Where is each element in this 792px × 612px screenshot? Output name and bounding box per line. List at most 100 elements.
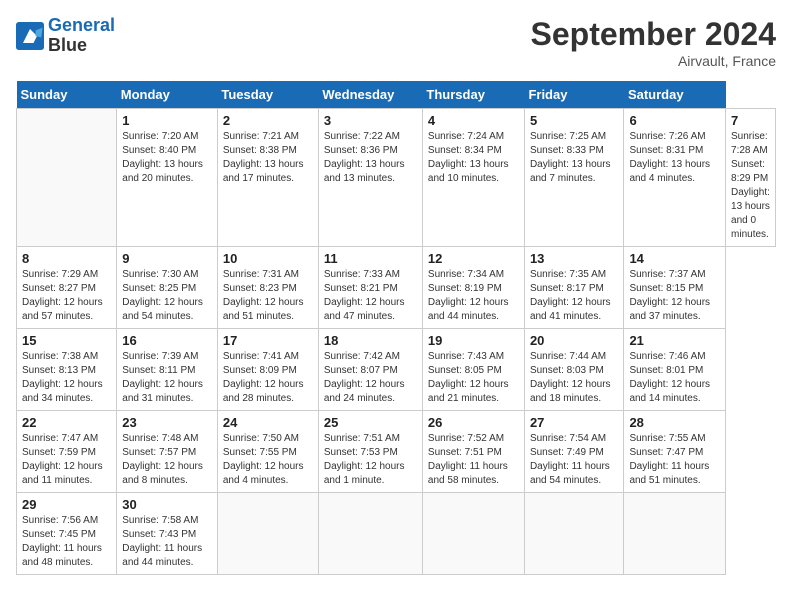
day-info: Sunrise: 7:35 AMSunset: 8:17 PMDaylight:… [530, 268, 619, 324]
day-info: Sunrise: 7:50 AMSunset: 7:55 PMDaylight:… [223, 432, 313, 488]
calendar-cell: 24Sunrise: 7:50 AMSunset: 7:55 PMDayligh… [217, 411, 318, 493]
day-number: 11 [324, 251, 417, 266]
day-number: 4 [428, 113, 519, 128]
day-number: 23 [122, 415, 212, 430]
day-info: Sunrise: 7:48 AMSunset: 7:57 PMDaylight:… [122, 432, 212, 488]
calendar-cell: 14 Sunrise: 7:37 AMSunset: 8:15 PMDayligh… [624, 247, 726, 329]
calendar-cell: 7Sunrise: 7:28 AMSunset: 8:29 PMDaylight… [726, 109, 776, 247]
calendar-cell: 27 Sunrise: 7:54 AMSunset: 7:49 PMDayligh… [524, 411, 624, 493]
calendar-cell [524, 493, 624, 575]
day-info: Sunrise: 7:51 AMSunset: 7:53 PMDaylight:… [324, 432, 417, 488]
day-info: Sunrise: 7:28 AMSunset: 8:29 PMDaylight:… [731, 130, 770, 242]
day-info: Sunrise: 7:41 AMSunset: 8:09 PMDaylight:… [223, 350, 313, 406]
day-number: 16 [122, 333, 212, 348]
title-block: September 2024 Airvault, France [531, 16, 776, 69]
logo-icon [16, 22, 44, 50]
day-number: 27 [530, 415, 619, 430]
calendar-cell: 9Sunrise: 7:30 AMSunset: 8:25 PMDaylight… [117, 247, 218, 329]
calendar-cell: 28Sunrise: 7:55 AMSunset: 7:47 PMDayligh… [624, 411, 726, 493]
calendar-cell: 30Sunrise: 7:58 AMSunset: 7:43 PMDayligh… [117, 493, 218, 575]
day-info: Sunrise: 7:39 AMSunset: 8:11 PMDaylight:… [122, 350, 212, 406]
weekday-header-wednesday: Wednesday [318, 81, 422, 109]
day-info: Sunrise: 7:46 AMSunset: 8:01 PMDaylight:… [629, 350, 720, 406]
day-number: 21 [629, 333, 720, 348]
day-info: Sunrise: 7:47 AMSunset: 7:59 PMDaylight:… [22, 432, 111, 488]
logo: GeneralBlue [16, 16, 115, 56]
day-info: Sunrise: 7:29 AMSunset: 8:27 PMDaylight:… [22, 268, 111, 324]
day-number: 19 [428, 333, 519, 348]
day-info: Sunrise: 7:43 AMSunset: 8:05 PMDaylight:… [428, 350, 519, 406]
day-info: Sunrise: 7:54 AMSunset: 7:49 PMDaylight:… [530, 432, 619, 488]
week-row-4: 22 Sunrise: 7:47 AMSunset: 7:59 PMDayligh… [17, 411, 776, 493]
day-info: Sunrise: 7:56 AMSunset: 7:45 PMDaylight:… [22, 514, 111, 570]
logo-line1: General [48, 15, 115, 35]
calendar-cell: 15Sunrise: 7:38 AMSunset: 8:13 PMDayligh… [17, 329, 117, 411]
calendar-cell [624, 493, 726, 575]
day-number: 5 [530, 113, 619, 128]
calendar-cell: 2Sunrise: 7:21 AMSunset: 8:38 PMDaylight… [217, 109, 318, 247]
day-number: 6 [629, 113, 720, 128]
weekday-header-thursday: Thursday [422, 81, 524, 109]
day-info: Sunrise: 7:31 AMSunset: 8:23 PMDaylight:… [223, 268, 313, 324]
weekday-header-saturday: Saturday [624, 81, 726, 109]
calendar-cell: 10 Sunrise: 7:31 AMSunset: 8:23 PMDayligh… [217, 247, 318, 329]
calendar-header: SundayMondayTuesdayWednesdayThursdayFrid… [17, 81, 776, 109]
day-number: 10 [223, 251, 313, 266]
calendar-cell: 19 Sunrise: 7:43 AMSunset: 8:05 PMDayligh… [422, 329, 524, 411]
calendar-cell: 13 Sunrise: 7:35 AMSunset: 8:17 PMDayligh… [524, 247, 624, 329]
logo-line2: Blue [48, 35, 87, 55]
calendar-cell: 25 Sunrise: 7:51 AMSunset: 7:53 PMDayligh… [318, 411, 422, 493]
day-number: 17 [223, 333, 313, 348]
day-number: 22 [22, 415, 111, 430]
calendar-cell: 5 Sunrise: 7:25 AMSunset: 8:33 PMDaylight… [524, 109, 624, 247]
calendar-cell: 23 Sunrise: 7:48 AMSunset: 7:57 PMDayligh… [117, 411, 218, 493]
day-info: Sunrise: 7:26 AMSunset: 8:31 PMDaylight:… [629, 130, 720, 186]
day-number: 26 [428, 415, 519, 430]
week-row-3: 15Sunrise: 7:38 AMSunset: 8:13 PMDayligh… [17, 329, 776, 411]
calendar-cell: 17 Sunrise: 7:41 AMSunset: 8:09 PMDayligh… [217, 329, 318, 411]
calendar-cell: 29 Sunrise: 7:56 AMSunset: 7:45 PMDayligh… [17, 493, 117, 575]
day-number: 20 [530, 333, 619, 348]
day-number: 8 [22, 251, 111, 266]
weekday-header-sunday: Sunday [17, 81, 117, 109]
weekday-header-monday: Monday [117, 81, 218, 109]
day-number: 12 [428, 251, 519, 266]
calendar-cell: 3Sunrise: 7:22 AMSunset: 8:36 PMDaylight… [318, 109, 422, 247]
day-info: Sunrise: 7:34 AMSunset: 8:19 PMDaylight:… [428, 268, 519, 324]
day-info: Sunrise: 7:24 AMSunset: 8:34 PMDaylight:… [428, 130, 519, 186]
calendar-cell [422, 493, 524, 575]
day-number: 25 [324, 415, 417, 430]
calendar-cell [217, 493, 318, 575]
day-number: 3 [324, 113, 417, 128]
day-number: 13 [530, 251, 619, 266]
calendar-cell: 1 Sunrise: 7:20 AMSunset: 8:40 PMDaylight… [117, 109, 218, 247]
calendar-cell: 6 Sunrise: 7:26 AMSunset: 8:31 PMDaylight… [624, 109, 726, 247]
day-info: Sunrise: 7:58 AMSunset: 7:43 PMDaylight:… [122, 514, 212, 570]
calendar-cell: 16 Sunrise: 7:39 AMSunset: 8:11 PMDayligh… [117, 329, 218, 411]
day-info: Sunrise: 7:33 AMSunset: 8:21 PMDaylight:… [324, 268, 417, 324]
day-number: 18 [324, 333, 417, 348]
week-row-5: 29 Sunrise: 7:56 AMSunset: 7:45 PMDayligh… [17, 493, 776, 575]
day-info: Sunrise: 7:55 AMSunset: 7:47 PMDaylight:… [629, 432, 720, 488]
calendar-cell: 20 Sunrise: 7:44 AMSunset: 8:03 PMDayligh… [524, 329, 624, 411]
day-info: Sunrise: 7:52 AMSunset: 7:51 PMDaylight:… [428, 432, 519, 488]
day-info: Sunrise: 7:37 AMSunset: 8:15 PMDaylight:… [629, 268, 720, 324]
week-row-2: 8 Sunrise: 7:29 AMSunset: 8:27 PMDaylight… [17, 247, 776, 329]
day-number: 29 [22, 497, 111, 512]
calendar-cell: 26 Sunrise: 7:52 AMSunset: 7:51 PMDayligh… [422, 411, 524, 493]
day-number: 9 [122, 251, 212, 266]
calendar-cell: 18 Sunrise: 7:42 AMSunset: 8:07 PMDayligh… [318, 329, 422, 411]
calendar-cell: 4 Sunrise: 7:24 AMSunset: 8:34 PMDaylight… [422, 109, 524, 247]
calendar-cell: 12 Sunrise: 7:34 AMSunset: 8:19 PMDayligh… [422, 247, 524, 329]
weekday-header-tuesday: Tuesday [217, 81, 318, 109]
day-info: Sunrise: 7:20 AMSunset: 8:40 PMDaylight:… [122, 130, 212, 186]
day-number: 14 [629, 251, 720, 266]
calendar-cell: 21 Sunrise: 7:46 AMSunset: 8:01 PMDayligh… [624, 329, 726, 411]
calendar-cell: 22 Sunrise: 7:47 AMSunset: 7:59 PMDayligh… [17, 411, 117, 493]
day-info: Sunrise: 7:44 AMSunset: 8:03 PMDaylight:… [530, 350, 619, 406]
day-info: Sunrise: 7:25 AMSunset: 8:33 PMDaylight:… [530, 130, 619, 186]
day-info: Sunrise: 7:21 AMSunset: 8:38 PMDaylight:… [223, 130, 313, 186]
day-number: 1 [122, 113, 212, 128]
calendar-cell [318, 493, 422, 575]
day-info: Sunrise: 7:42 AMSunset: 8:07 PMDaylight:… [324, 350, 417, 406]
